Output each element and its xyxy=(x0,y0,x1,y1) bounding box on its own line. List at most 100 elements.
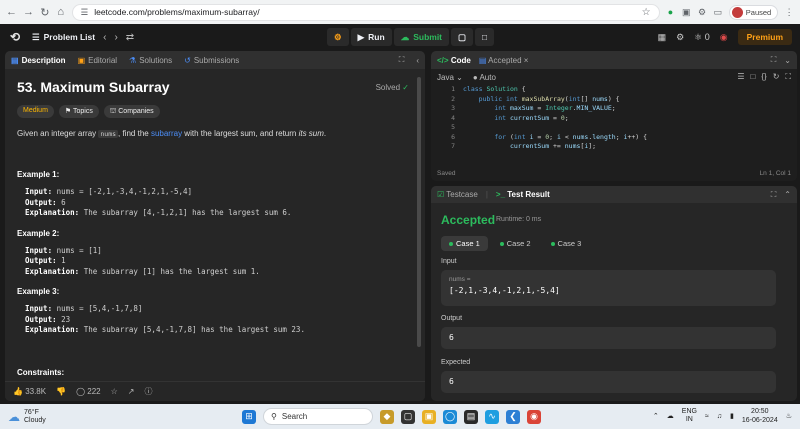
problem-list-button[interactable]: ☰ Problem List xyxy=(32,32,95,43)
address-bar[interactable]: ☰ leetcode.com/problems/maximum-subarray… xyxy=(71,3,660,21)
language-select[interactable]: Java ⌄ xyxy=(437,73,463,82)
lock-icon: ● xyxy=(472,72,478,82)
feedback-button[interactable]: □ xyxy=(475,28,495,46)
windows-start-icon[interactable]: ⊞ xyxy=(242,409,256,424)
file-explorer-icon[interactable]: ▣ xyxy=(422,409,436,424)
prev-problem-icon[interactable]: ‹ xyxy=(103,32,106,43)
shuffle-icon[interactable]: ⇄ xyxy=(126,32,134,43)
vscode-icon[interactable]: ❮ xyxy=(506,409,520,424)
code-area[interactable]: 1 class Solution { 2 public int maxSubArr… xyxy=(431,85,797,152)
wifi-icon[interactable]: ≈ xyxy=(705,413,709,420)
streak-counter[interactable]: ⚛ 0 xyxy=(694,32,710,43)
profile-button[interactable]: Paused xyxy=(728,4,779,20)
extensions-puzzle-icon[interactable]: ⚙ xyxy=(697,7,707,18)
battery-icon[interactable]: ▮ xyxy=(730,412,734,420)
clock[interactable]: 20:50 16-06-2024 xyxy=(742,407,778,425)
case-tab[interactable]: Case 3 xyxy=(543,236,590,251)
tab-testcase[interactable]: ☑ Testcase xyxy=(437,190,478,199)
chrome-icon[interactable]: ◉ xyxy=(527,409,541,424)
problem-title[interactable]: 53. Maximum Subarray xyxy=(17,79,413,95)
bookmark-star-icon[interactable]: ☆ xyxy=(642,7,651,18)
run-button[interactable]: ▶ Run xyxy=(350,28,392,46)
help-icon[interactable]: ⓘ xyxy=(144,386,152,397)
tab-solutions[interactable]: ⚗ Solutions xyxy=(129,56,172,65)
tab-code[interactable]: </> Code xyxy=(437,56,471,65)
companies-label: Companies xyxy=(118,108,154,115)
example-heading: Example 1: xyxy=(17,170,60,179)
user-avatar[interactable]: ◉ xyxy=(720,32,728,43)
case-tab[interactable]: Case 1 xyxy=(441,236,488,251)
case-tab[interactable]: Case 2 xyxy=(492,236,539,251)
like-button[interactable]: 👍 33.8K xyxy=(13,387,46,396)
maximize-icon[interactable]: ⛶ xyxy=(399,55,405,65)
extension-icon[interactable]: ▣ xyxy=(681,7,691,18)
reload-icon[interactable]: ↻ xyxy=(40,6,50,19)
fullscreen-icon[interactable]: ⛶ xyxy=(785,72,791,82)
notification-icon[interactable]: ♨ xyxy=(786,412,792,420)
next-problem-icon[interactable]: › xyxy=(114,32,117,43)
subarray-link[interactable]: subarray xyxy=(151,129,182,138)
taskbar-search[interactable]: ⚲ Search xyxy=(263,408,373,425)
premium-button[interactable]: Premium xyxy=(737,29,792,45)
dislike-icon[interactable]: 👎 xyxy=(56,387,66,396)
example-input: nums = [5,4,-1,7,8] xyxy=(56,304,143,313)
back-icon[interactable]: ← xyxy=(6,6,17,18)
maximize-icon[interactable]: ⛶ xyxy=(771,190,777,200)
layout-grid-icon[interactable]: ▦ xyxy=(658,32,667,43)
notes-button[interactable]: ▢ xyxy=(451,28,474,46)
close-icon[interactable]: × xyxy=(524,56,529,65)
tab-accepted[interactable]: ▤ Accepted × xyxy=(479,56,529,65)
solved-label: Solved xyxy=(375,83,401,92)
comments-button[interactable]: ◯ 222 xyxy=(76,387,101,396)
collapse-icon[interactable]: ⌄ xyxy=(784,56,791,65)
desc-text: Given an integer array xyxy=(17,129,99,138)
task-view-icon[interactable]: ▢ xyxy=(401,409,415,424)
bookmark-icon[interactable]: □ xyxy=(751,72,756,82)
left-tab-bar: ▤ Description ▣ Editorial ⚗ Solutions ↺ Subm… xyxy=(5,51,425,69)
settings-gear-icon[interactable]: ⚙ xyxy=(676,32,684,43)
share-icon[interactable]: ↗ xyxy=(128,387,135,396)
app-icon[interactable]: ∿ xyxy=(485,409,499,424)
extension-icon[interactable]: ● xyxy=(666,7,676,17)
desc-emphasis: its sum xyxy=(298,129,324,138)
topics-label: Topics xyxy=(73,108,93,115)
collapse-icon[interactable]: ⌃ xyxy=(784,190,791,199)
problem-tags: Medium ⚑ Topics ⛫ Companies xyxy=(17,105,413,118)
tab-test-result[interactable]: >_ Test Result xyxy=(496,190,550,199)
menu-kebab-icon[interactable]: ⋮ xyxy=(784,7,794,18)
braces-icon[interactable]: {} xyxy=(761,72,766,82)
site-info-icon[interactable]: ☰ xyxy=(81,7,89,18)
reset-icon[interactable]: ↻ xyxy=(773,72,780,82)
desc-text: , find the xyxy=(118,129,151,138)
debug-button[interactable]: ⚙ xyxy=(327,28,349,46)
sidepanel-icon[interactable]: ▭ xyxy=(713,7,723,18)
weather-widget[interactable]: ☁ 76°F Cloudy xyxy=(8,409,46,425)
star-icon[interactable]: ☆ xyxy=(111,387,118,396)
home-icon[interactable]: ⌂ xyxy=(56,6,66,18)
language-indicator[interactable]: ENG IN xyxy=(682,408,697,424)
runtime-text: Runtime: 0 ms xyxy=(496,216,542,223)
topics-tag[interactable]: ⚑ Topics xyxy=(58,105,99,118)
tab-description[interactable]: ▤ Description xyxy=(11,56,66,65)
scrollbar[interactable] xyxy=(417,77,421,347)
tray-overflow-icon[interactable]: ⌃ xyxy=(653,412,659,420)
forward-icon[interactable]: → xyxy=(23,6,34,18)
tab-submissions[interactable]: ↺ Submissions xyxy=(184,56,239,65)
format-icon[interactable]: ☰ xyxy=(737,72,744,82)
submit-button[interactable]: ☁ Submit xyxy=(393,28,450,46)
store-icon[interactable]: ▤ xyxy=(464,409,478,424)
lock-icon: ⛫ xyxy=(109,108,117,115)
widgets-icon[interactable]: ◆ xyxy=(380,409,394,424)
input-variable: nums = xyxy=(449,276,471,283)
collapse-icon[interactable]: ‹ xyxy=(416,56,419,65)
language-label: Java xyxy=(437,72,454,82)
maximize-icon[interactable]: ⛶ xyxy=(771,55,777,65)
leetcode-logo-icon[interactable]: ⟲ xyxy=(8,30,22,44)
companies-tag[interactable]: ⛫ Companies xyxy=(103,105,160,118)
autocomplete-toggle[interactable]: ● Auto xyxy=(473,73,496,82)
line-number: 4 xyxy=(451,113,455,122)
volume-icon[interactable]: ♫ xyxy=(717,413,722,420)
tab-editorial[interactable]: ▣ Editorial xyxy=(78,56,117,65)
edge-icon[interactable]: ◯ xyxy=(443,409,457,424)
onedrive-icon[interactable]: ☁ xyxy=(667,412,674,420)
